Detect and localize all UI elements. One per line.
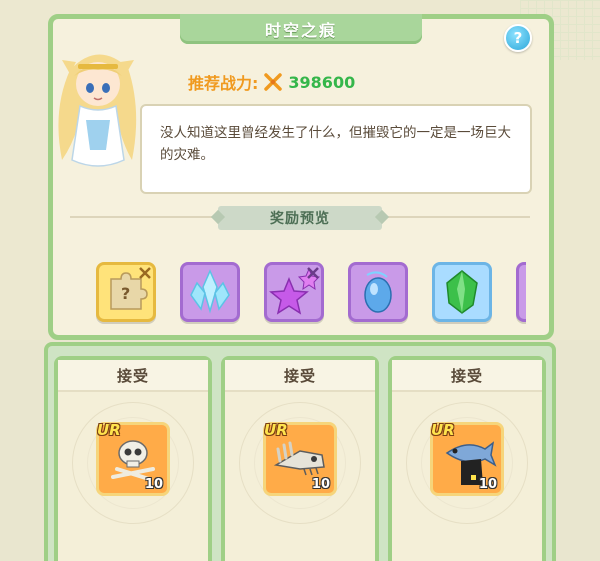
green-gem-icon [446,270,478,314]
reward-banner: 奖励预览 [218,206,382,230]
task-card-3: 接受 UR 10 [388,356,546,561]
help-button[interactable]: ? [504,24,532,52]
task-reward-item[interactable]: UR 10 [263,421,337,496]
task-card-1: 接受 UR 10 [54,356,212,561]
question-icon: ? [513,29,523,47]
accept-label: 接受 [116,366,149,385]
swords-badge-icon [307,267,319,279]
ur-badge: UR [97,421,121,439]
reward-item-green-gem[interactable] [432,262,492,322]
ur-badge: UR [264,421,288,439]
item-count: 10 [144,477,163,492]
reward-list: ? [96,262,526,328]
power-value: 398600 [288,72,356,92]
task-card-2: 接受 UR 10 [221,356,379,561]
ur-badge: UR [431,421,455,439]
reward-item-mystery[interactable]: ? [96,262,156,322]
hero-portrait [58,54,137,167]
reward-item-blue-gem[interactable] [348,262,408,322]
accept-label: 接受 [283,366,316,385]
purple-item-icon [519,265,526,319]
svg-text:?: ? [121,284,130,303]
description-text: 没人知道这里曾经发生了什么，但摧毁它的一定是一场巨大的灾难。 [160,125,511,163]
item-count: 10 [311,477,330,492]
crossed-swords-icon [264,73,283,91]
accept-button[interactable]: 接受 [58,360,208,392]
reward-item-partial[interactable] [516,262,526,322]
task-reward-item[interactable]: UR 10 [430,421,504,496]
accept-button[interactable]: 接受 [392,360,542,392]
ice-crystal-icon [190,269,230,314]
title-bar: 时空之痕 [180,14,422,44]
power-label: 推荐战力: [188,74,259,93]
swords-badge-icon [139,267,151,279]
page-title: 时空之痕 [264,21,337,40]
task-reward-item[interactable]: UR 10 [96,421,170,496]
item-count: 10 [478,477,497,492]
accept-label: 接受 [450,366,483,385]
recommended-power: 推荐战力: 398600 [188,70,355,94]
reward-item-ice-crystal[interactable] [180,262,240,322]
blue-gem-icon [364,271,392,313]
reward-item-purple-star[interactable] [264,262,324,322]
accept-button[interactable]: 接受 [225,360,375,392]
stage-description: 没人知道这里曾经发生了什么，但摧毁它的一定是一场巨大的灾难。 [140,104,532,194]
reward-title: 奖励预览 [270,211,330,227]
